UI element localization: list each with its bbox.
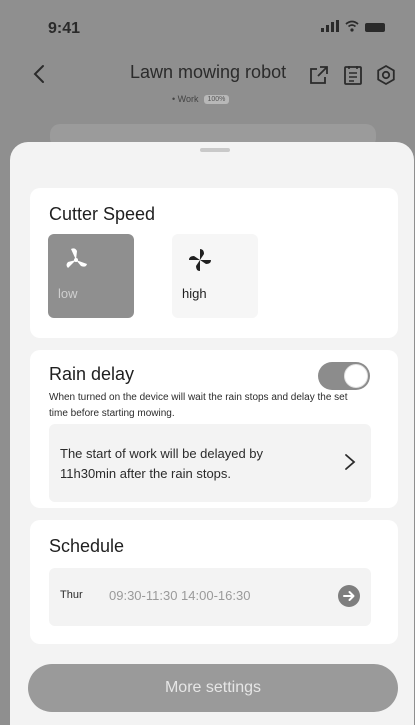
settings-sheet: Cutter Speed low high Rain delay When tu… (10, 142, 414, 725)
cutter-speed-card: Cutter Speed low high (30, 188, 398, 338)
rain-delay-card: Rain delay When turned on the device wil… (30, 350, 398, 508)
speed-label-low: low (58, 286, 78, 301)
settings-gear-icon[interactable] (375, 64, 397, 86)
status-icons (321, 20, 385, 32)
rain-delay-toggle[interactable] (318, 362, 370, 390)
page-title: Lawn mowing robot (130, 62, 287, 82)
schedule-day: Thur (60, 589, 83, 601)
delay-time-text: The start of work will be delayed by 11h… (60, 446, 264, 481)
battery-badge: 100% (203, 94, 230, 104)
sheet-drag-handle[interactable] (200, 148, 230, 152)
speed-option-high[interactable]: high (172, 234, 258, 318)
device-status: • Work 100% (172, 94, 230, 104)
status-time: 9:41 (48, 20, 81, 37)
speed-option-low[interactable]: low (48, 234, 134, 318)
rain-delay-description: When turned on the device will wait the … (49, 392, 348, 419)
back-icon[interactable] (28, 62, 52, 86)
arrow-right-circle-icon[interactable] (337, 584, 361, 608)
speed-label-high: high (182, 286, 207, 301)
wifi-icon (345, 20, 359, 32)
toggle-knob (344, 364, 368, 388)
schedule-card: Schedule Thur 09:30-11:30 14:00-16:30 (30, 520, 398, 644)
signal-icon (321, 20, 339, 32)
chevron-right-icon (345, 454, 356, 470)
delay-time-row[interactable]: The start of work will be delayed by 11h… (49, 424, 371, 502)
schedule-title: Schedule (49, 536, 125, 556)
fan-low-icon (66, 248, 87, 268)
log-icon[interactable] (342, 64, 364, 86)
schedule-times: 09:30-11:30 14:00-16:30 (109, 588, 251, 603)
schedule-row[interactable]: Thur 09:30-11:30 14:00-16:30 (49, 568, 371, 626)
share-icon[interactable] (308, 64, 330, 86)
more-settings-button[interactable]: More settings (28, 664, 398, 712)
cutter-speed-title: Cutter Speed (49, 204, 156, 224)
fan-high-icon (189, 249, 211, 271)
status-bar: 9:41 (0, 0, 415, 46)
work-status: • Work (172, 94, 199, 104)
app-header: Lawn mowing robot • Work 100% (0, 56, 415, 116)
battery-icon (365, 23, 385, 32)
rain-delay-title: Rain delay (49, 364, 135, 384)
